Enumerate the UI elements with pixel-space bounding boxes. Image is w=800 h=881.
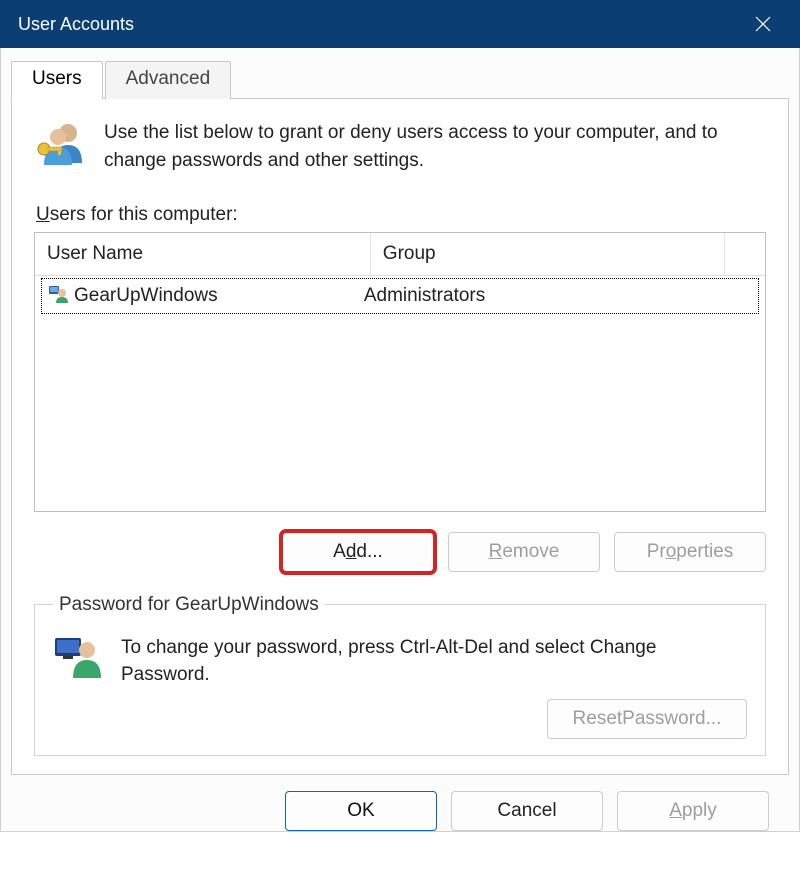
list-button-row: Add... Remove Properties — [34, 532, 766, 572]
ok-button[interactable]: OK — [285, 791, 437, 831]
col-header-spacer — [725, 233, 765, 275]
properties-button[interactable]: Properties — [614, 532, 766, 572]
user-monitor-icon — [53, 634, 103, 689]
titlebar: User Accounts — [0, 0, 800, 48]
reset-password-button[interactable]: Reset Password... — [547, 699, 747, 739]
col-header-group[interactable]: Group — [371, 233, 725, 275]
tab-panel-users: Use the list below to grant or deny user… — [11, 99, 789, 775]
users-keys-icon — [34, 119, 86, 176]
row-group: Administrators — [364, 285, 752, 307]
close-icon[interactable] — [740, 1, 786, 47]
list-row[interactable]: GearUpWindows Administrators — [41, 278, 759, 314]
cancel-button-label: Cancel — [497, 800, 556, 822]
password-groupbox: Password for GearUpWindows To change you… — [34, 594, 766, 756]
list-header: User Name Group — [35, 233, 765, 276]
ok-button-label: OK — [347, 800, 374, 822]
password-groupbox-legend: Password for GearUpWindows — [53, 594, 325, 616]
intro-text: Use the list below to grant or deny user… — [104, 119, 766, 176]
cancel-button[interactable]: Cancel — [451, 791, 603, 831]
password-instruction-text: To change your password, press Ctrl-Alt-… — [121, 634, 747, 689]
dialog-body: Users Advanced Use the list below to gra… — [0, 48, 800, 832]
dialog-footer: OK Cancel Apply — [11, 775, 789, 831]
tabstrip: Users Advanced — [11, 60, 789, 99]
apply-button[interactable]: Apply — [617, 791, 769, 831]
add-button[interactable]: Add... — [282, 532, 434, 572]
row-username: GearUpWindows — [74, 285, 218, 307]
col-header-username[interactable]: User Name — [35, 233, 371, 275]
user-row-icon — [48, 283, 68, 309]
tab-users-label: Users — [32, 68, 82, 89]
tab-advanced-label: Advanced — [126, 68, 211, 89]
remove-button[interactable]: Remove — [448, 532, 600, 572]
users-list-label: Users for this computer: — [36, 204, 766, 226]
tab-advanced[interactable]: Advanced — [105, 61, 232, 99]
window-title: User Accounts — [18, 14, 134, 35]
tab-users[interactable]: Users — [11, 61, 103, 99]
users-list[interactable]: User Name Group GearUpWindows — [34, 232, 766, 512]
intro-block: Use the list below to grant or deny user… — [34, 119, 766, 176]
